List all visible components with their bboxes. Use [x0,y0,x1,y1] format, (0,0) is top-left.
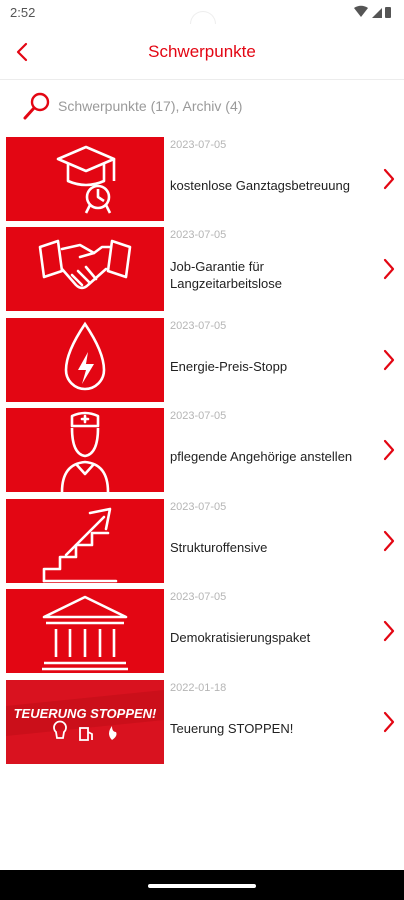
chevron-right-icon [383,168,395,190]
list-item-thumbnail: TEUERUNG STOPPEN! [6,680,164,764]
list-item-title: Strukturoffensive [170,539,268,555]
list-item[interactable]: TEUERUNG STOPPEN! 2022-01-18 Teuerung ST… [0,680,404,764]
list-item-title: Job-Garantie für Langzeitarbeitslose [170,259,283,291]
teuerung-banner-icon: TEUERUNG STOPPEN! [6,680,164,764]
nurse-icon [60,411,110,492]
home-gesture-handle[interactable] [148,884,256,888]
chevron-right-icon [383,530,395,552]
list-item-date: 2023-07-05 [170,320,227,332]
list-item-thumbnail [6,408,164,492]
list-item[interactable]: 2023-07-05 kostenlose Ganztagsbetreuung [0,137,404,221]
status-time: 2:52 [10,5,36,20]
list-item-date: 2023-07-05 [170,229,227,241]
list-item-date: 2023-07-05 [170,410,227,422]
list-item-title: pflegende Angehörige anstellen [170,448,353,464]
list-item-date: 2023-07-05 [170,591,227,603]
list-item[interactable]: 2023-07-05 pflegende Angehörige anstelle… [0,408,404,492]
list-item-date: 2023-07-05 [170,139,227,151]
list-item-thumbnail [6,318,164,402]
handshake-icon [38,239,132,290]
list-item[interactable]: 2023-07-05 Strukturoffensive [0,499,404,583]
list-item-date: 2023-07-05 [170,501,227,513]
list-item-thumbnail [6,137,164,221]
chevron-right-icon [383,439,395,461]
parliament-icon [42,595,128,671]
list-item-title: Energie-Preis-Stopp [170,358,288,374]
list-item[interactable]: 2023-07-05 Energie-Preis-Stopp [0,318,404,402]
chevron-right-icon [383,711,395,733]
wifi-icon [354,5,368,17]
chevron-right-icon [383,258,395,280]
list-item-date: 2022-01-18 [170,682,227,694]
list-item-thumbnail [6,589,164,673]
page-title: Schwerpunkte [148,42,256,61]
list-item-thumbnail [6,499,164,583]
chevron-right-icon [383,620,395,642]
list-item-thumbnail [6,227,164,311]
battery-icon [385,7,391,18]
chevron-right-icon [383,349,395,371]
list-item-title: Teuerung STOPPEN! [170,720,294,736]
energy-drop-icon [64,321,106,391]
graduation-cap-icon [56,145,116,214]
signal-icon [372,8,382,18]
list-item[interactable]: 2023-07-05 Demokratisierungspaket [0,589,404,673]
app-bar: Schwerpunkte [0,24,404,80]
stairs-arrow-icon [42,507,118,583]
search-bar [0,81,404,131]
search-icon[interactable] [22,91,52,121]
search-input[interactable] [58,95,378,117]
list-item-title: kostenlose Ganztagsbetreuung [170,177,350,193]
banner-text: TEUERUNG STOPPEN! [14,706,157,721]
list-item[interactable]: 2023-07-05 Job-Garantie für Langzeitarbe… [0,227,404,311]
status-icons [354,5,391,18]
status-bar: 2:52 [0,0,404,36]
list-item-title: Demokratisierungspaket [170,629,311,645]
